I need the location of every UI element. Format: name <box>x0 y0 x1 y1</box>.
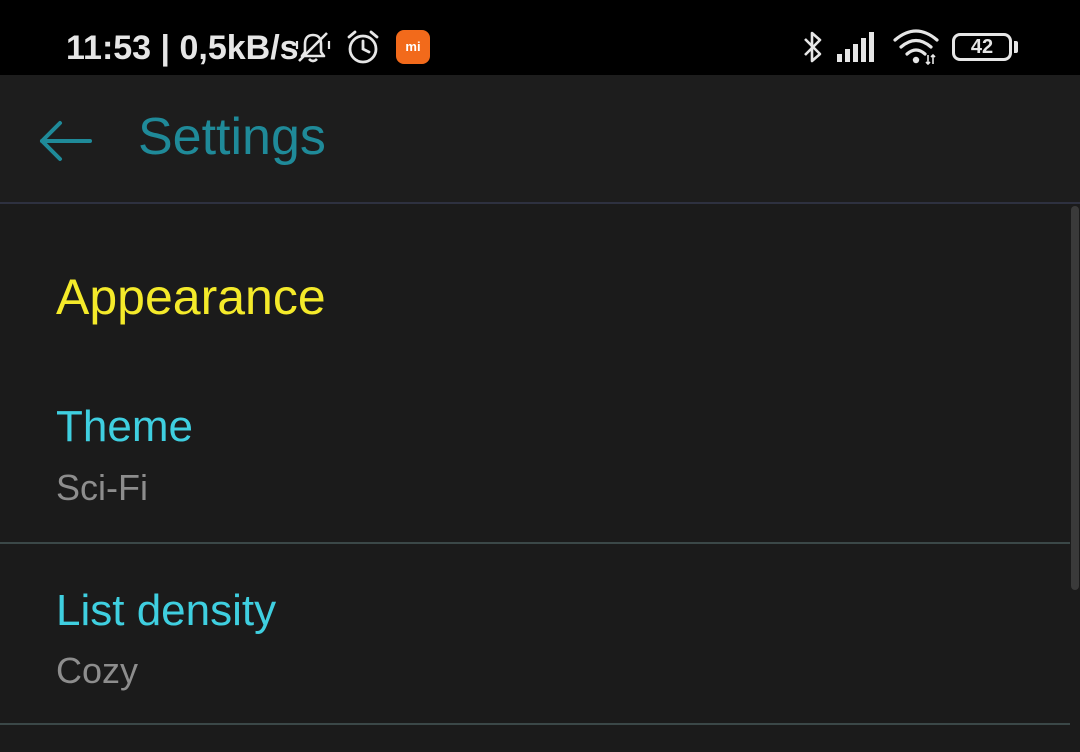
status-bar: 11:53 | 0,5kB/s mi 42 <box>0 0 1080 75</box>
battery-icon: 42 <box>952 33 1012 61</box>
scrollbar-thumb[interactable] <box>1071 206 1079 590</box>
status-time: 11:53 | 0,5kB/s <box>66 29 299 67</box>
app-bar: Settings <box>0 75 1080 204</box>
section-header-appearance: Appearance <box>56 269 326 325</box>
pref-title: List density <box>56 586 277 635</box>
pref-summary: Sci-Fi <box>56 467 148 508</box>
battery-cap <box>1014 41 1018 53</box>
settings-list: Appearance Theme Sci-Fi List density Coz… <box>0 204 1070 752</box>
settings-screen: 11:53 | 0,5kB/s mi 42 Settings Appearanc… <box>0 0 1080 752</box>
vibrate-off-icon <box>295 32 331 63</box>
divider <box>0 723 1070 725</box>
mi-app-icon: mi <box>396 30 430 64</box>
mi-badge-label: mi <box>405 39 421 54</box>
pref-theme[interactable]: Theme Sci-Fi <box>0 384 1070 544</box>
wifi-icon <box>893 29 939 66</box>
bluetooth-icon <box>804 31 822 63</box>
page-title: Settings <box>138 108 326 166</box>
pref-title: Theme <box>56 402 193 451</box>
arrow-back-icon <box>40 121 92 161</box>
alarm-icon <box>347 30 379 64</box>
pref-list-density[interactable]: List density Cozy <box>0 544 1070 724</box>
cellular-signal-icon <box>837 32 874 62</box>
battery-level: 42 <box>970 36 994 58</box>
pref-summary: Cozy <box>56 650 139 691</box>
back-button[interactable] <box>30 105 100 175</box>
